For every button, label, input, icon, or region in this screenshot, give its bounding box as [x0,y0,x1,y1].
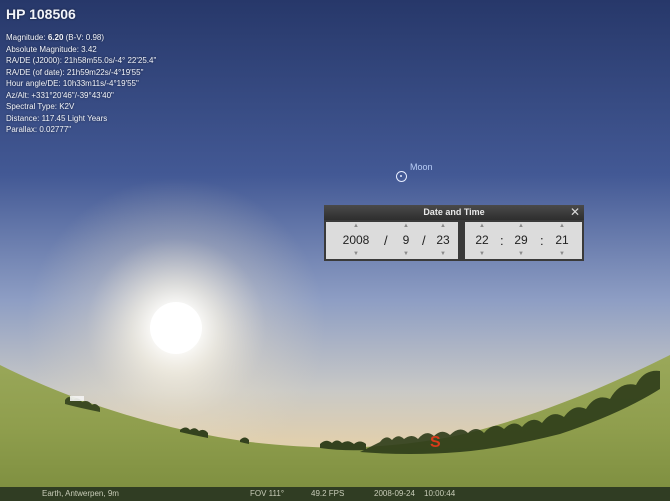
date-panel: ▲ 2008 ▼ / ▲ 9 ▼ / ▲ 23 ▼ [326,222,458,259]
distant-structure [70,396,84,401]
moon-label[interactable]: Moon [410,162,433,172]
hour-down-icon[interactable]: ▼ [471,250,493,259]
hour-value[interactable]: 22 [471,231,493,250]
status-fps: 49.2 FPS [311,489,345,498]
day-spinner[interactable]: ▲ 23 ▼ [432,222,454,259]
second-value[interactable]: 21 [551,231,573,250]
status-fov: FOV 111° [250,489,285,498]
year-spinner[interactable]: ▲ 2008 ▼ [334,222,378,259]
time-separator: : [500,233,504,248]
magnitude-row: Magnitude: 6.20 (B-V: 0.98) [6,32,156,44]
second-spinner[interactable]: ▲ 21 ▼ [551,222,573,259]
month-spinner[interactable]: ▲ 9 ▼ [396,222,416,259]
magnitude-bv: (B-V: 0.98) [65,33,105,42]
dialog-title-bar[interactable]: Date and Time ✕ [324,205,584,220]
moon-marker-icon[interactable] [396,171,407,182]
date-time-dialog: Date and Time ✕ ▲ 2008 ▼ / ▲ 9 ▼ / ▲ 23 … [324,205,584,261]
sun [150,302,202,354]
status-date: 2008-09-24 [374,489,415,498]
status-time: 10:00:44 [424,489,456,498]
time-separator: : [540,233,544,248]
info-line: Distance: 117.45 Light Years [6,113,108,123]
close-icon[interactable]: ✕ [570,205,580,220]
day-value[interactable]: 23 [432,231,454,250]
status-location: Earth, Antwerpen, 9m [42,489,119,498]
minute-up-icon[interactable]: ▲ [510,222,532,231]
object-title: HP 108506 [6,6,76,22]
month-value[interactable]: 9 [396,231,416,250]
date-separator: / [384,233,388,248]
hour-spinner[interactable]: ▲ 22 ▼ [471,222,493,259]
minute-value[interactable]: 29 [510,231,532,250]
hour-up-icon[interactable]: ▲ [471,222,493,231]
year-up-icon[interactable]: ▲ [334,222,378,231]
cardinal-south-label: S [430,434,441,451]
year-down-icon[interactable]: ▼ [334,250,378,259]
dialog-body: ▲ 2008 ▼ / ▲ 9 ▼ / ▲ 23 ▼ ▲ 22 ▼ : ▲ 29 … [324,220,584,261]
year-value[interactable]: 2008 [334,231,378,250]
object-info-panel: HP 108506 Magnitude: 6.20 (B-V: 0.98) Ab… [6,6,156,136]
minute-spinner[interactable]: ▲ 29 ▼ [510,222,532,259]
time-panel: ▲ 22 ▼ : ▲ 29 ▼ : ▲ 21 ▼ [465,222,582,259]
info-line: Spectral Type: K2V [6,102,75,111]
magnitude-value: 6.20 [47,33,64,42]
info-line: Hour angle/DE: 10h33m11s/-4°19'55" [6,79,139,88]
info-line: RA/DE (J2000): 21h58m55.0s/-4° 22'25.4" [6,56,157,65]
day-up-icon[interactable]: ▲ [432,222,454,231]
second-up-icon[interactable]: ▲ [551,222,573,231]
month-down-icon[interactable]: ▼ [396,250,416,259]
info-line: Az/Alt: +331°20'46"/-39°43'40" [6,90,114,100]
day-down-icon[interactable]: ▼ [432,250,454,259]
dialog-title: Date and Time [423,207,485,217]
info-line: RA/DE (of date): 21h59m22s/-4°19'55" [6,67,144,77]
second-down-icon[interactable]: ▼ [551,250,573,259]
status-bar: Earth, Antwerpen, 9m FOV 111° 49.2 FPS 2… [0,487,670,501]
minute-down-icon[interactable]: ▼ [510,250,532,259]
info-line: Absolute Magnitude: 3.42 [6,44,97,54]
month-up-icon[interactable]: ▲ [396,222,416,231]
info-line: Parallax: 0.02777" [6,125,72,134]
date-separator: / [422,233,426,248]
magnitude-label: Magnitude: [6,33,46,42]
